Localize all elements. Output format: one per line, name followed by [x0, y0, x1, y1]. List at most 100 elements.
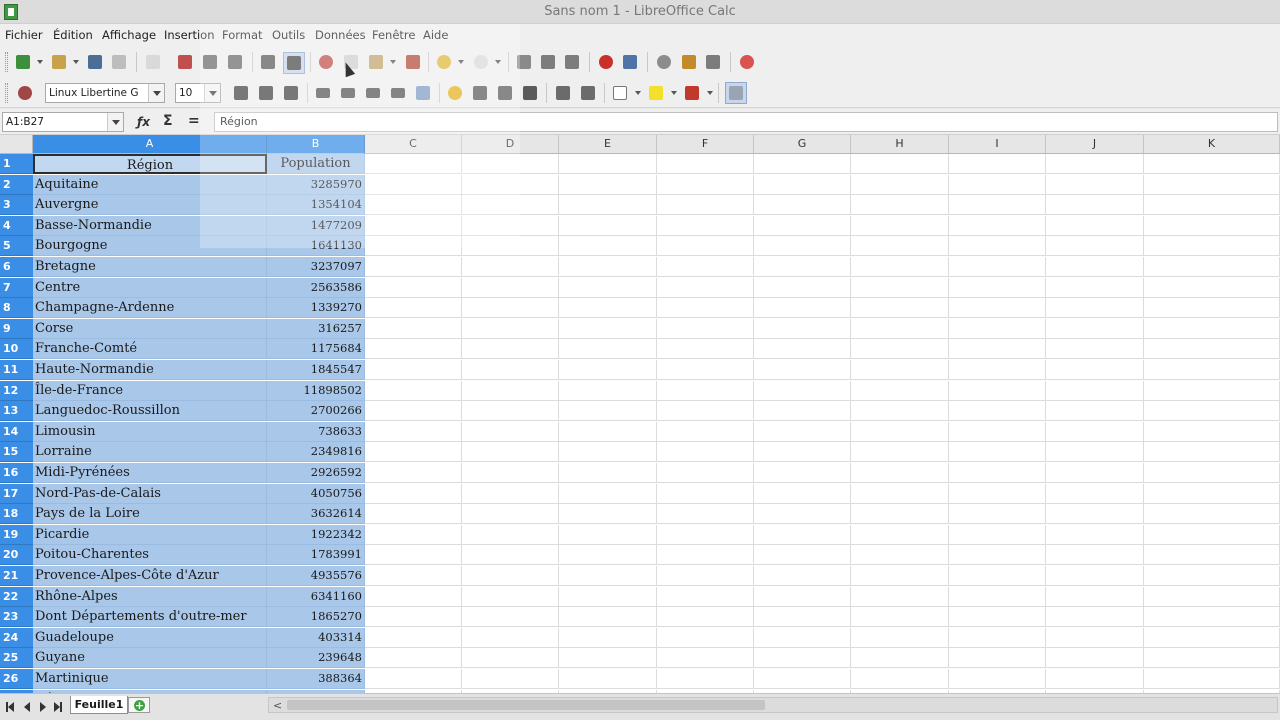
cell-region[interactable]: Bourgogne [33, 236, 267, 257]
background-color-dropdown-arrow[interactable] [671, 91, 677, 95]
row-header[interactable]: 23 [0, 607, 33, 628]
sort-ascending-button[interactable] [539, 53, 557, 71]
cell-population[interactable]: 388364 [267, 669, 365, 689]
empty-cell[interactable] [754, 627, 851, 648]
empty-cell[interactable] [462, 504, 559, 525]
cell-region[interactable]: Nord-Pas-de-Calais [33, 483, 267, 504]
empty-cell[interactable] [1144, 174, 1280, 195]
empty-cell[interactable] [657, 401, 754, 422]
cell-region[interactable]: Aquitaine [33, 174, 267, 195]
cell-population[interactable]: 3632614 [267, 504, 365, 525]
menu-format[interactable]: Format [222, 28, 263, 42]
empty-cell[interactable] [365, 236, 462, 257]
empty-cell[interactable] [657, 483, 754, 504]
empty-cell[interactable] [754, 298, 851, 319]
paste-dropdown-arrow[interactable] [390, 60, 396, 64]
empty-cell[interactable] [657, 669, 754, 689]
empty-cell[interactable] [657, 504, 754, 525]
empty-cell[interactable] [851, 442, 949, 463]
empty-cell[interactable] [1144, 483, 1280, 504]
cell-region[interactable]: Haute-Normandie [33, 360, 267, 380]
empty-cell[interactable] [365, 298, 462, 319]
empty-cell[interactable] [851, 277, 949, 298]
empty-cell[interactable] [365, 421, 462, 442]
row-header[interactable]: 14 [0, 421, 33, 442]
cell-population[interactable]: 1354104 [267, 195, 365, 216]
formula-input[interactable]: Région [214, 112, 1278, 132]
empty-cell[interactable] [754, 421, 851, 442]
open-button[interactable] [50, 53, 68, 71]
cell-population[interactable]: 1783991 [267, 545, 365, 566]
empty-cell[interactable] [657, 524, 754, 545]
bold-button[interactable] [232, 84, 250, 102]
empty-cell[interactable] [851, 298, 949, 319]
empty-cell[interactable] [1046, 586, 1144, 607]
empty-cell[interactable] [657, 442, 754, 463]
empty-cell[interactable] [365, 174, 462, 195]
add-sheet-button[interactable]: + [128, 697, 150, 713]
empty-cell[interactable] [949, 401, 1046, 422]
empty-cell[interactable] [657, 360, 754, 380]
empty-cell[interactable] [1144, 463, 1280, 483]
empty-cell[interactable] [559, 524, 657, 545]
select-all-corner[interactable] [0, 135, 33, 154]
empty-cell[interactable] [949, 380, 1046, 401]
empty-cell[interactable] [462, 236, 559, 257]
cell-region[interactable]: Champagne-Ardenne [33, 298, 267, 319]
remove-decimal-button[interactable] [521, 84, 539, 102]
row-header[interactable]: 2 [0, 174, 33, 195]
row-header[interactable]: 22 [0, 586, 33, 607]
empty-cell[interactable] [1144, 421, 1280, 442]
empty-cell[interactable] [559, 504, 657, 525]
empty-cell[interactable] [559, 174, 657, 195]
email-button[interactable] [110, 53, 128, 71]
empty-cell[interactable] [559, 483, 657, 504]
empty-cell[interactable] [1144, 504, 1280, 525]
empty-cell[interactable] [1144, 257, 1280, 277]
row-header[interactable]: 16 [0, 463, 33, 483]
empty-cell[interactable] [754, 277, 851, 298]
empty-cell[interactable] [949, 174, 1046, 195]
empty-cell[interactable] [1144, 215, 1280, 236]
empty-cell[interactable] [1046, 421, 1144, 442]
empty-cell[interactable] [851, 421, 949, 442]
empty-cell[interactable] [1144, 524, 1280, 545]
empty-cell[interactable] [851, 236, 949, 257]
empty-cell[interactable] [754, 607, 851, 628]
background-color-button[interactable] [647, 84, 665, 102]
navigator-button[interactable] [704, 53, 722, 71]
empty-cell[interactable] [851, 360, 949, 380]
add-decimal-button[interactable] [496, 84, 514, 102]
row-header[interactable]: 25 [0, 648, 33, 669]
row-header[interactable]: 7 [0, 277, 33, 298]
empty-cell[interactable] [851, 483, 949, 504]
empty-cell[interactable] [1144, 277, 1280, 298]
empty-cell[interactable] [1046, 339, 1144, 360]
empty-cell[interactable] [365, 277, 462, 298]
align-left-button[interactable] [314, 84, 332, 102]
menu-affichage[interactable]: Affichage [102, 28, 156, 42]
chevron-down-icon[interactable] [107, 113, 123, 131]
empty-cell[interactable] [657, 339, 754, 360]
chevron-down-icon[interactable] [148, 84, 164, 102]
insert-chart-button[interactable] [597, 53, 615, 71]
row-header[interactable]: 4 [0, 215, 33, 236]
cell-population[interactable]: 1865270 [267, 607, 365, 628]
column-header-h[interactable]: H [851, 135, 949, 154]
pivot-table-button[interactable] [621, 53, 639, 71]
empty-cell[interactable] [1046, 483, 1144, 504]
empty-cell[interactable] [462, 669, 559, 689]
cell-region[interactable]: Basse-Normandie [33, 215, 267, 236]
empty-cell[interactable] [949, 524, 1046, 545]
cell-population[interactable]: 3237097 [267, 257, 365, 277]
empty-cell[interactable] [657, 277, 754, 298]
cell-population[interactable]: 1845547 [267, 360, 365, 380]
empty-cell[interactable] [462, 586, 559, 607]
cell-region[interactable]: Auvergne [33, 195, 267, 216]
empty-cell[interactable] [851, 318, 949, 339]
empty-cell[interactable] [559, 339, 657, 360]
empty-cell[interactable] [1046, 607, 1144, 628]
empty-cell[interactable] [851, 524, 949, 545]
column-header-f[interactable]: F [657, 135, 754, 154]
row-header[interactable]: 9 [0, 318, 33, 339]
